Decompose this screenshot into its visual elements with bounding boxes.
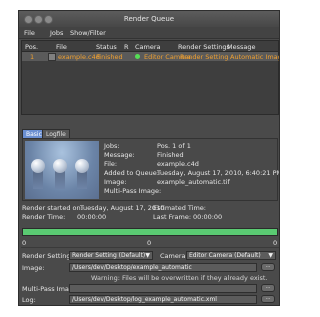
basic-info-panel: Jobs: Pos. 1 of 1 Message: Finished File… <box>22 138 280 201</box>
file-label: File: <box>104 160 118 168</box>
render-settings-label: Render Settings <box>22 252 74 260</box>
camera-value: Editor Camera (Default) <box>189 252 261 259</box>
render-status-dot-icon[interactable] <box>135 54 140 59</box>
preview-sphere <box>31 159 45 173</box>
multipass-path-field[interactable] <box>69 284 257 293</box>
message-label: Message: <box>104 151 135 159</box>
browse-multipass-button[interactable]: ... <box>261 284 275 292</box>
column-header-camera[interactable]: Camera <box>135 43 161 51</box>
row-pos: 1 <box>30 53 35 61</box>
column-header-pos[interactable]: Pos. <box>25 43 38 51</box>
added-to-queue-value: Tuesday, August 17, 2010, 6:40:21 PM <box>157 169 280 177</box>
row-message: Automatic Image <box>230 53 279 61</box>
title-bar: Render Queue <box>19 11 279 28</box>
row-file: example.c4d <box>58 53 100 61</box>
estimated-time-value: – <box>201 204 205 212</box>
preview-shadow <box>55 171 65 189</box>
preview-shadow <box>77 171 87 189</box>
chevron-down-icon: ▼ <box>268 252 273 259</box>
image-label: Image: <box>104 178 127 186</box>
job-table: Pos. File Status R Camera Render Setting… <box>21 40 279 115</box>
progress-right-label: 0 <box>273 239 278 247</box>
added-to-queue-label: Added to Queue: <box>104 169 159 177</box>
menu-bar: File Jobs Show/Filter <box>19 27 279 39</box>
render-preview-image <box>25 141 99 199</box>
column-header-file[interactable]: File <box>56 43 67 51</box>
render-time-label: Render Time: <box>22 213 66 221</box>
menu-jobs[interactable]: Jobs <box>50 29 63 37</box>
last-frame-label: Last Frame: <box>153 213 192 221</box>
output-image-label: Image: <box>22 264 45 272</box>
preview-sphere <box>53 159 67 173</box>
window-title: Render Queue <box>123 15 175 23</box>
estimated-time-label: Estimated Time: <box>153 204 206 212</box>
column-header-message[interactable]: Message <box>227 43 256 51</box>
browse-log-button[interactable]: ... <box>261 295 275 303</box>
preview-sphere <box>75 159 89 173</box>
image-value: example_automatic.tif <box>157 178 230 186</box>
section-divider <box>21 247 279 248</box>
menu-show-filter[interactable]: Show/Filter <box>70 29 106 37</box>
log-label: Log: <box>22 296 36 304</box>
overwrite-warning: Warning: Files will be overwritten if th… <box>91 274 268 282</box>
menu-file[interactable]: File <box>24 29 35 37</box>
browse-image-button[interactable]: ... <box>261 263 275 271</box>
image-path-field[interactable]: /Users/dev/Desktop/example_automatic <box>69 263 257 272</box>
preview-shadow <box>33 171 43 189</box>
camera-dropdown[interactable]: Editor Camera (Default) ▼ <box>186 251 276 260</box>
last-frame-value: 00:00:00 <box>193 213 223 221</box>
render-settings-value: Render Setting (Default) <box>72 252 146 259</box>
message-value: Finished <box>157 151 184 159</box>
render-progress-bar <box>22 228 278 236</box>
row-checkbox[interactable] <box>48 53 56 61</box>
progress-left-label: 0 <box>22 239 27 247</box>
file-value: example.c4d <box>157 160 199 168</box>
row-render-settings: Render Setting <box>180 53 229 61</box>
render-started-value: Tuesday, August 17, 2010 <box>80 204 165 212</box>
log-path-field[interactable]: /Users/dev/Desktop/log_example_automatic… <box>69 295 257 304</box>
chevron-down-icon: ▼ <box>145 252 150 259</box>
render-settings-dropdown[interactable]: Render Setting (Default) ▼ <box>69 251 153 260</box>
progress-mid-label: 0 <box>147 239 152 247</box>
jobs-label: Jobs: <box>104 142 120 150</box>
multipass-label: Multi-Pass Image: <box>104 187 162 195</box>
render-started-label: Render started on: <box>22 204 83 212</box>
row-status: Finished <box>96 53 123 61</box>
column-header-render[interactable]: R <box>124 43 129 51</box>
column-header-status[interactable]: Status <box>96 43 117 51</box>
column-header-render-settings[interactable]: Render Settings <box>178 43 230 51</box>
camera-label: Camera <box>160 252 186 260</box>
render-time-value: 00:00:00 <box>77 213 107 221</box>
jobs-value: Pos. 1 of 1 <box>157 142 191 150</box>
render-queue-window: Render Queue File Jobs Show/Filter Pos. … <box>18 10 280 306</box>
